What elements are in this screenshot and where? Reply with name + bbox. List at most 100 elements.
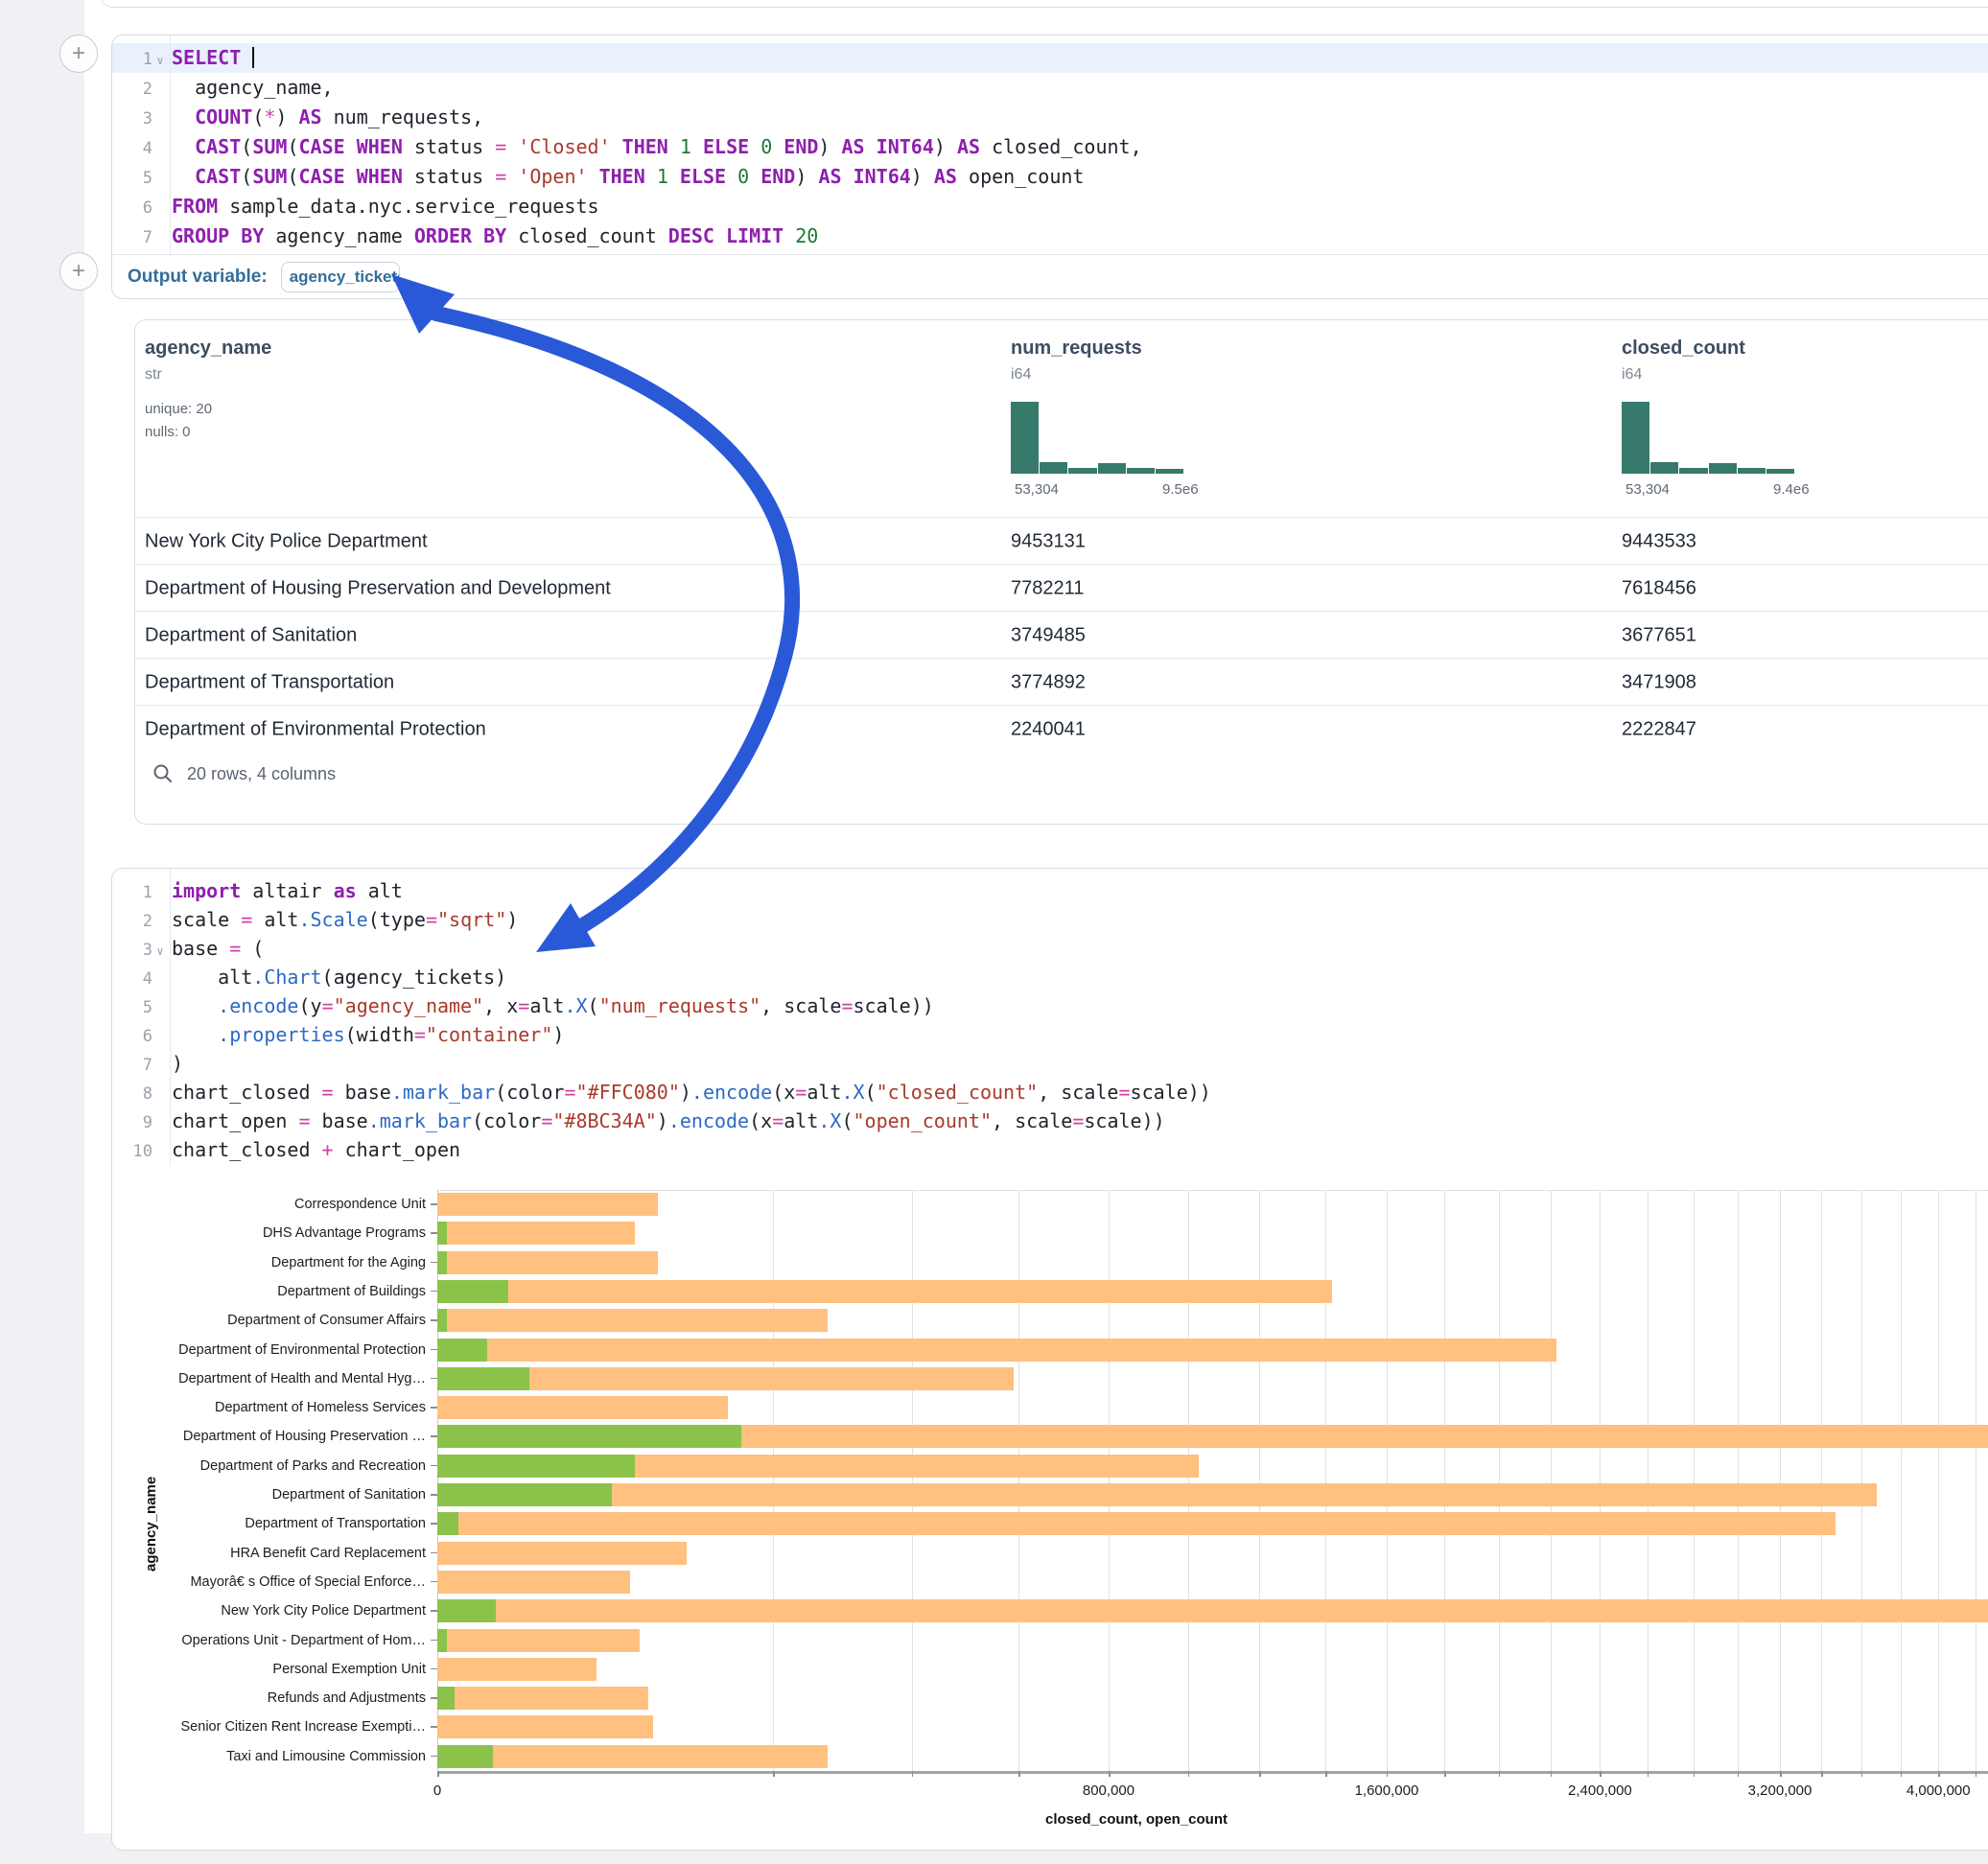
bar-closed-count [437,1687,648,1710]
table-row[interactable]: New York City Police Department945313194… [135,517,1988,565]
line-number: 3 [112,105,152,134]
code-line[interactable]: 2scale = alt.Scale(type="sqrt") [112,905,1988,934]
bar-open-count [437,1367,529,1390]
bar-open-count [437,1425,741,1448]
code-text: SELECT [168,43,254,73]
histogram-min-label: 53,304 [1625,481,1670,498]
code-line[interactable]: 1∨SELECT [112,43,1988,73]
fold-caret-icon[interactable]: ∨ [152,46,168,76]
text-cursor [252,47,254,68]
code-line[interactable]: 3 COUNT(*) AS num_requests, [112,103,1988,132]
cell-value: 9453131 [1011,530,1086,552]
code-line[interactable]: 7GROUP BY agency_name ORDER BY closed_co… [112,221,1988,251]
y-axis-label: Correspondence Unit [119,1196,426,1213]
x-tick [1444,1771,1446,1777]
y-axis-label: Department of Buildings [119,1283,426,1300]
histogram-max-label: 9.5e6 [1162,481,1199,498]
column-histogram [1011,402,1183,474]
code-line[interactable]: 1import altair as alt [112,876,1988,905]
code-line[interactable]: 9chart_open = base.mark_bar(color="#8BC3… [112,1107,1988,1135]
sql-cell[interactable]: 1∨SELECT 2 agency_name,3 COUNT(*) AS num… [111,35,1988,299]
y-axis-label: Department of Transportation [119,1515,426,1532]
y-tick [431,1552,437,1554]
bar-open-count [437,1483,612,1506]
y-tick [431,1435,437,1437]
table-row-count: 20 rows, 4 columns [187,764,336,784]
gutter-divider [170,869,171,1166]
output-variable-pill[interactable]: agency_tickets [281,262,400,292]
y-axis-label: Department of Parks and Recreation [119,1457,426,1475]
code-line[interactable]: 3∨base = ( [112,934,1988,963]
bar-open-count [437,1455,635,1478]
gridline [773,1190,774,1771]
y-tick [431,1319,437,1321]
search-icon[interactable] [152,763,174,784]
y-axis-label: Department of Consumer Affairs [119,1312,426,1329]
x-tick [1325,1771,1327,1777]
add-cell-button-middle[interactable]: + [59,252,98,291]
gridline [1109,1190,1110,1771]
code-text: alt.Chart(agency_tickets) [168,963,506,991]
y-tick [431,1291,437,1293]
code-line[interactable]: 2 agency_name, [112,73,1988,103]
bar-closed-count [437,1715,653,1738]
x-axis-tick-label: 4,000,000 [1871,1782,1988,1799]
code-line[interactable]: 4 alt.Chart(agency_tickets) [112,963,1988,991]
gridline [1861,1190,1862,1771]
line-number: 10 [112,1137,152,1166]
line-number: 9 [112,1108,152,1137]
code-line[interactable]: 4 CAST(SUM(CASE WHEN status = 'Closed' T… [112,132,1988,162]
code-text: CAST(SUM(CASE WHEN status = 'Open' THEN … [168,162,1084,192]
x-axis-tick-label: 800,000 [1041,1782,1176,1799]
y-tick [431,1349,437,1351]
y-tick [431,1697,437,1699]
table-row[interactable]: Department of Transportation377489234719… [135,658,1988,706]
line-number: 7 [112,223,152,253]
code-line[interactable]: 10chart_closed + chart_open [112,1135,1988,1164]
code-line[interactable]: 6FROM sample_data.nyc.service_requests [112,192,1988,221]
x-tick [1387,1771,1389,1777]
y-tick [431,1610,437,1612]
code-text: COUNT(*) AS num_requests, [168,103,483,132]
x-tick [1901,1771,1903,1777]
line-number: 5 [112,993,152,1022]
line-number: 6 [112,1022,152,1051]
x-tick [1109,1771,1111,1777]
add-cell-button-top[interactable]: + [59,35,98,73]
bar-open-count [437,1280,508,1303]
table-footer: 20 rows, 4 columns [152,763,336,784]
python-cell[interactable]: 1import altair as alt2scale = alt.Scale(… [111,868,1988,1851]
table-row[interactable]: Department of Environmental Protection22… [135,705,1988,753]
code-line[interactable]: 8chart_closed = base.mark_bar(color="#FF… [112,1078,1988,1107]
code-line[interactable]: 7) [112,1049,1988,1078]
sql-code-editor[interactable]: 1∨SELECT 2 agency_name,3 COUNT(*) AS num… [112,35,1988,251]
code-line[interactable]: 6 .properties(width="container") [112,1020,1988,1049]
bar-closed-count [437,1658,596,1681]
gridline [1018,1190,1019,1771]
gridline [1901,1190,1902,1771]
bar-chart: Correspondence UnitDHS Advantage Program… [112,1190,1988,1842]
plot-border-top [437,1190,1988,1191]
line-number: 1 [112,878,152,907]
line-number: 3 [112,936,152,965]
table-row[interactable]: Department of Sanitation37494853677651 [135,611,1988,659]
code-line[interactable]: 5 .encode(y="agency_name", x=alt.X("num_… [112,991,1988,1020]
y-axis-label: Taxi and Limousine Commission [119,1748,426,1765]
y-axis-label: Department for the Aging [119,1254,426,1271]
bar-closed-count [437,1222,635,1245]
table-row[interactable]: Department of Housing Preservation and D… [135,564,1988,612]
x-tick [1551,1771,1553,1777]
cell-value: 7782211 [1011,577,1084,599]
code-text: .properties(width="container") [168,1020,564,1049]
y-tick [431,1756,437,1758]
bar-open-count [437,1745,493,1768]
python-code-editor[interactable]: 1import altair as alt2scale = alt.Scale(… [112,869,1988,1164]
code-line[interactable]: 5 CAST(SUM(CASE WHEN status = 'Open' THE… [112,162,1988,192]
column-header: agency_name [145,338,271,360]
y-tick [431,1203,437,1205]
bar-open-count [437,1687,455,1710]
y-axis-label: Department of Environmental Protection [119,1341,426,1359]
gridline [1780,1190,1781,1771]
fold-caret-icon[interactable]: ∨ [152,937,168,966]
gridline [1259,1190,1260,1771]
